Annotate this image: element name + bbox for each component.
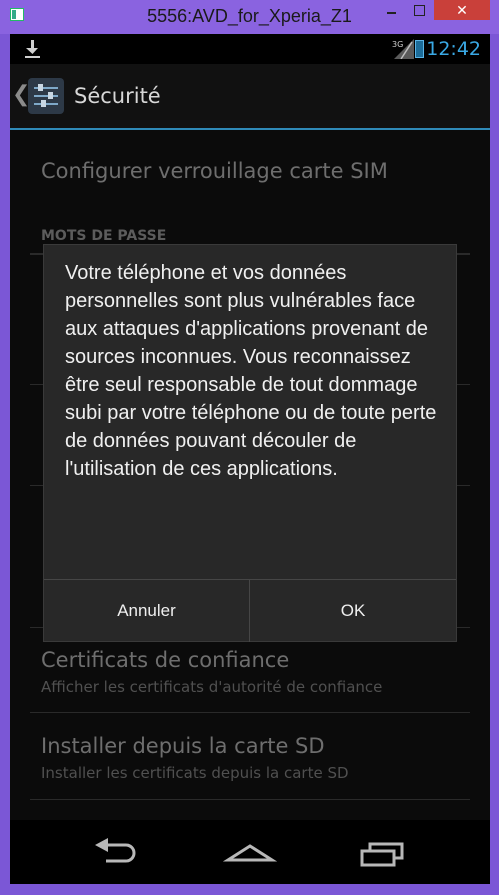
status-bar: 3G 12:42 [10,34,490,64]
list-divider [30,712,470,713]
ok-button[interactable]: OK [250,580,456,642]
maximize-icon [414,5,425,16]
maximize-button[interactable] [406,0,432,20]
trusted-certificates-setting[interactable]: Certificats de confiance [41,648,289,672]
security-settings-icon[interactable] [28,78,64,114]
download-icon [25,40,40,58]
install-from-sd-summary: Installer les certificats depuis la cart… [41,764,349,782]
window-title-bar: 5556:AVD_for_Xperia_Z1 ✕ [0,0,499,34]
close-icon: ✕ [456,2,468,18]
signal-icon: 3G [392,39,414,59]
phone-screen: 3G 12:42 ❮ Sécurité Configurer verrouill… [10,34,490,884]
svg-text:3G: 3G [392,40,403,49]
minimize-button[interactable] [378,0,404,20]
list-divider [30,799,470,800]
home-icon[interactable] [220,830,280,874]
screen-title: Sécurité [74,84,161,108]
cancel-button[interactable]: Annuler [44,580,250,642]
minimize-icon [387,12,396,14]
dialog-message: Votre téléphone et vos données personnel… [65,262,437,480]
sim-lock-setting[interactable]: Configurer verrouillage carte SIM [41,159,388,183]
battery-icon [415,40,424,58]
status-clock: 12:42 [426,38,481,60]
dialog-button-bar: Annuler OK [44,579,456,642]
install-from-sd-setting[interactable]: Installer depuis la carte SD [41,734,325,758]
back-icon[interactable] [86,830,146,874]
navigation-bar [10,820,490,884]
trusted-certificates-summary: Afficher les certificats d'autorité de c… [41,678,383,696]
action-bar: ❮ Sécurité [10,64,490,130]
recents-icon[interactable] [354,830,414,874]
passwords-section-header: MOTS DE PASSE [41,228,167,244]
close-button[interactable]: ✕ [434,0,490,20]
unknown-sources-warning-dialog: Votre téléphone et vos données personnel… [43,244,457,642]
